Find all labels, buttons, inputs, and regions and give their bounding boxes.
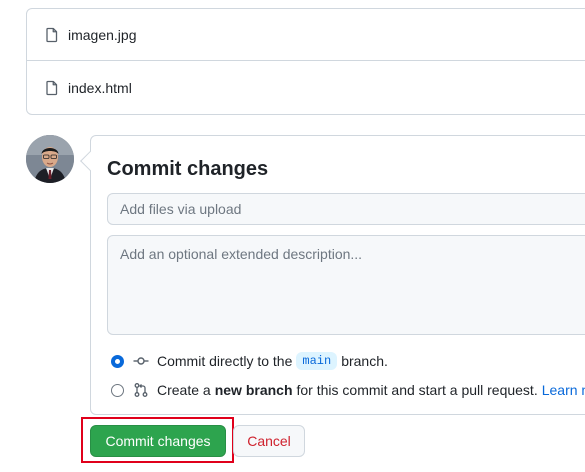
new-branch-text: Create a (157, 382, 211, 398)
file-name: index.html (68, 80, 132, 96)
new-branch-option[interactable]: Create a new branch for this commit and … (111, 380, 585, 400)
file-row: index.html (27, 62, 585, 114)
commit-direct-option[interactable]: Commit directly to the main branch. (111, 351, 388, 371)
new-branch-radio[interactable] (111, 383, 124, 397)
new-branch-text-after: for this commit and start a pull request… (296, 382, 538, 398)
commit-title: Commit changes (107, 158, 269, 180)
branch-name: main (296, 352, 338, 370)
commit-form: Commit changes Commit directly to the ma… (80, 135, 585, 415)
user-avatar[interactable] (26, 135, 74, 183)
commit-direct-text: Commit directly to the (157, 353, 293, 369)
comment-caret (80, 151, 100, 171)
learn-more-link[interactable]: Learn mo (542, 382, 585, 398)
uploaded-file-list: imagen.jpg index.html (26, 8, 585, 115)
commit-description-input[interactable] (107, 235, 585, 335)
cancel-button[interactable]: Cancel (233, 425, 305, 457)
commit-direct-text-after: branch. (341, 353, 388, 369)
commit-changes-button[interactable]: Commit changes (90, 425, 226, 457)
git-pull-request-icon (134, 383, 148, 397)
git-commit-icon (133, 357, 149, 365)
file-name: imagen.jpg (68, 26, 137, 43)
commit-summary-input[interactable] (107, 193, 585, 225)
file-row: imagen.jpg (27, 9, 585, 61)
avatar-image (26, 135, 74, 183)
page: imagen.jpg index.html Commit changes Add… (0, 0, 585, 472)
new-branch-bold: new branch (214, 382, 293, 398)
file-icon (46, 80, 58, 96)
commit-direct-radio[interactable] (111, 354, 124, 368)
file-icon (46, 27, 58, 42)
